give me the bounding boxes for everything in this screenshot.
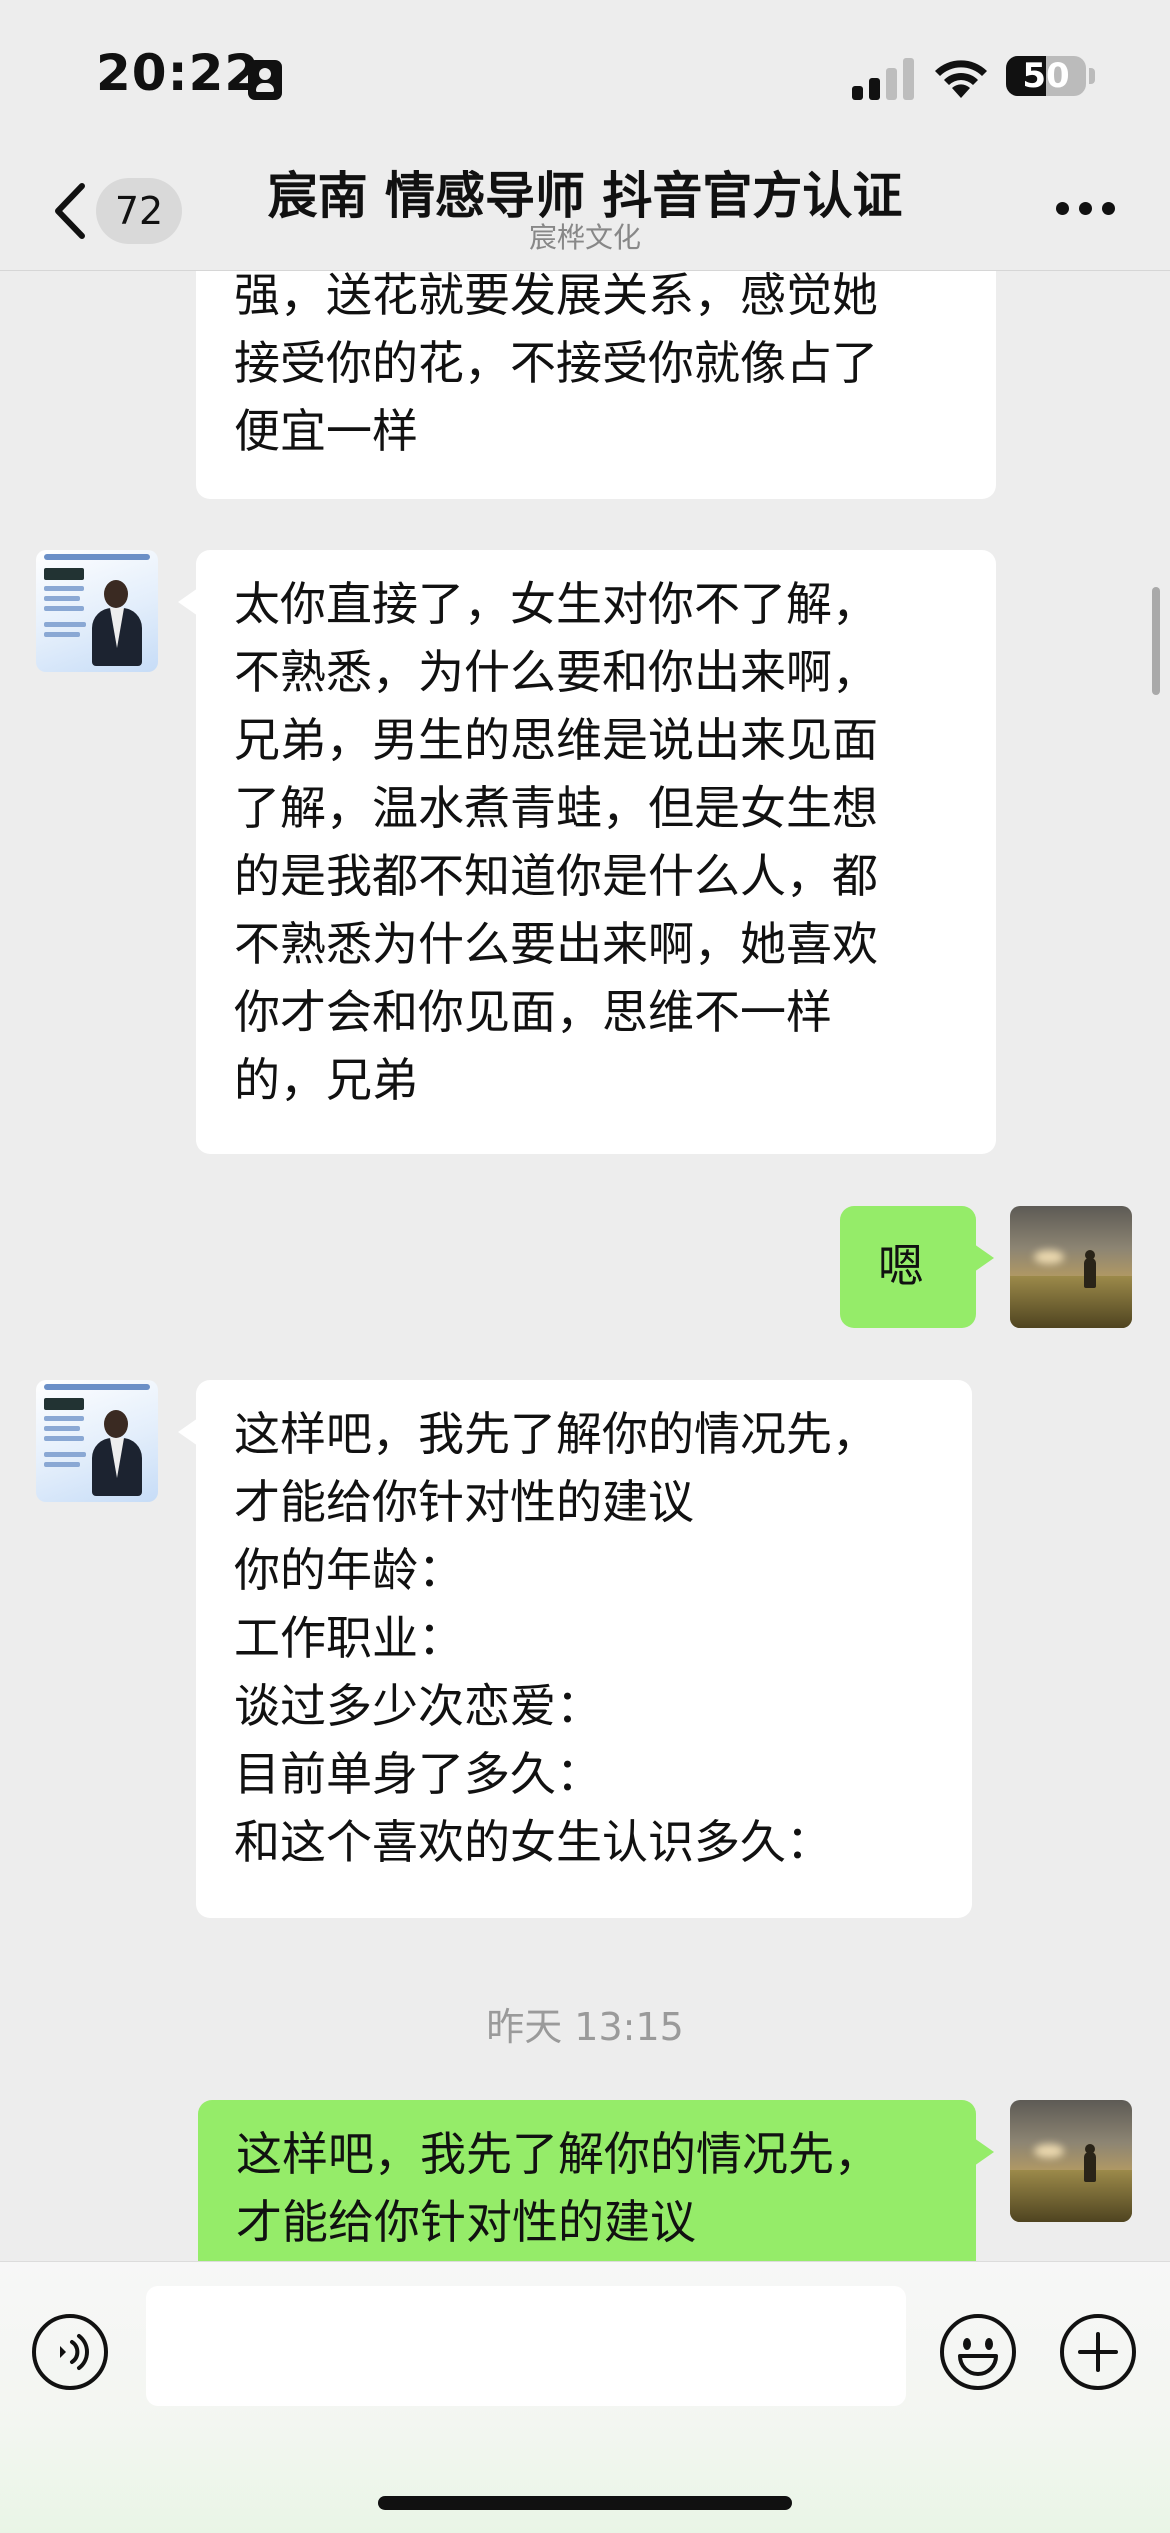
message-input[interactable] — [146, 2286, 906, 2406]
chat-header: 72 宸南 情感导师 抖音官方认证 宸桦文化 — [0, 150, 1170, 271]
chat-subtitle: 宸桦文化 — [528, 221, 641, 254]
input-bar — [0, 2261, 1170, 2533]
home-indicator — [378, 2496, 792, 2510]
battery-icon: 50 — [1006, 56, 1086, 96]
unread-count-badge[interactable]: 72 — [96, 178, 182, 244]
status-bar: 20:22 50 — [0, 0, 1170, 150]
timestamp-divider: 昨天 13:15 — [486, 2005, 684, 2049]
status-time: 20:22 — [96, 44, 261, 102]
mentor-avatar[interactable] — [36, 1380, 158, 1502]
more-horizontal-icon[interactable] — [1056, 202, 1116, 216]
plus-icon[interactable] — [1058, 2312, 1138, 2392]
mentor-avatar[interactable] — [36, 550, 158, 672]
message-list[interactable]: 强，送花就要发展关系，感觉她 接受你的花，不接受你就像占了 便宜一样 太你直接了… — [0, 271, 1170, 2261]
user-avatar[interactable] — [1010, 1206, 1132, 1328]
message-bubble-incoming[interactable]: 太你直接了，女生对你不了解， 不熟悉，为什么要和你出来啊， 兄弟，男生的思维是说… — [178, 550, 996, 1154]
message-bubble-incoming[interactable]: 这样吧，我先了解你的情况先， 才能给你针对性的建议 你的年龄： 工作职业： 谈过… — [178, 1380, 972, 1918]
chevron-left-icon[interactable] — [50, 182, 90, 240]
message-bubble-outgoing[interactable]: 嗯 — [840, 1206, 994, 1328]
focus-contact-icon — [248, 60, 282, 100]
cellular-signal-icon — [852, 56, 914, 100]
battery-level: 50 — [1022, 56, 1070, 96]
user-avatar[interactable] — [1010, 2100, 1132, 2222]
scrollbar-thumb[interactable] — [1152, 587, 1160, 695]
wifi-icon — [935, 60, 987, 98]
message-bubble-outgoing[interactable]: 这样吧，我先了解你的情况先， 才能给你针对性的建议 — [198, 2100, 994, 2261]
emoji-icon[interactable] — [938, 2312, 1018, 2392]
message-bubble-incoming[interactable]: 强，送花就要发展关系，感觉她 接受你的花，不接受你就像占了 便宜一样 — [196, 271, 996, 499]
voice-icon[interactable] — [30, 2312, 110, 2392]
battery-tip — [1089, 68, 1095, 84]
